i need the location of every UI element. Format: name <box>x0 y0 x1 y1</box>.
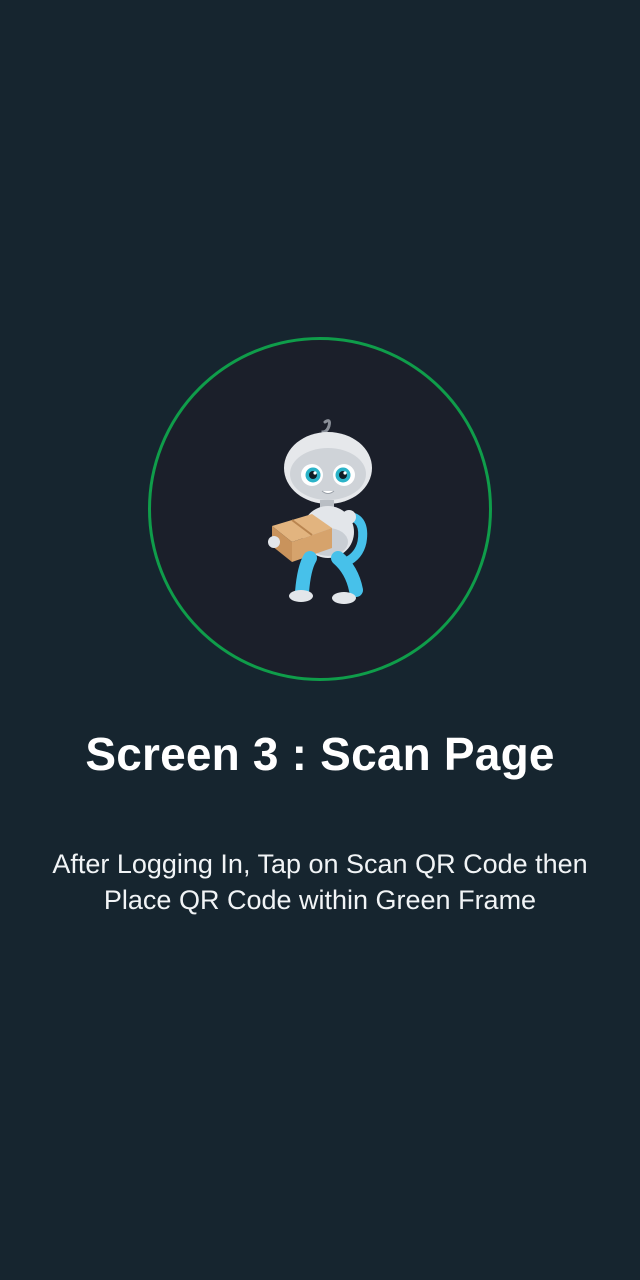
screen-description: After Logging In, Tap on Scan QR Code th… <box>52 849 588 915</box>
robot-carrying-box-icon <box>268 419 372 604</box>
screen-title: Screen 3 : Scan Page <box>85 728 555 780</box>
onboarding-screen: Screen 3 : Scan Page After Logging In, T… <box>0 0 640 1280</box>
